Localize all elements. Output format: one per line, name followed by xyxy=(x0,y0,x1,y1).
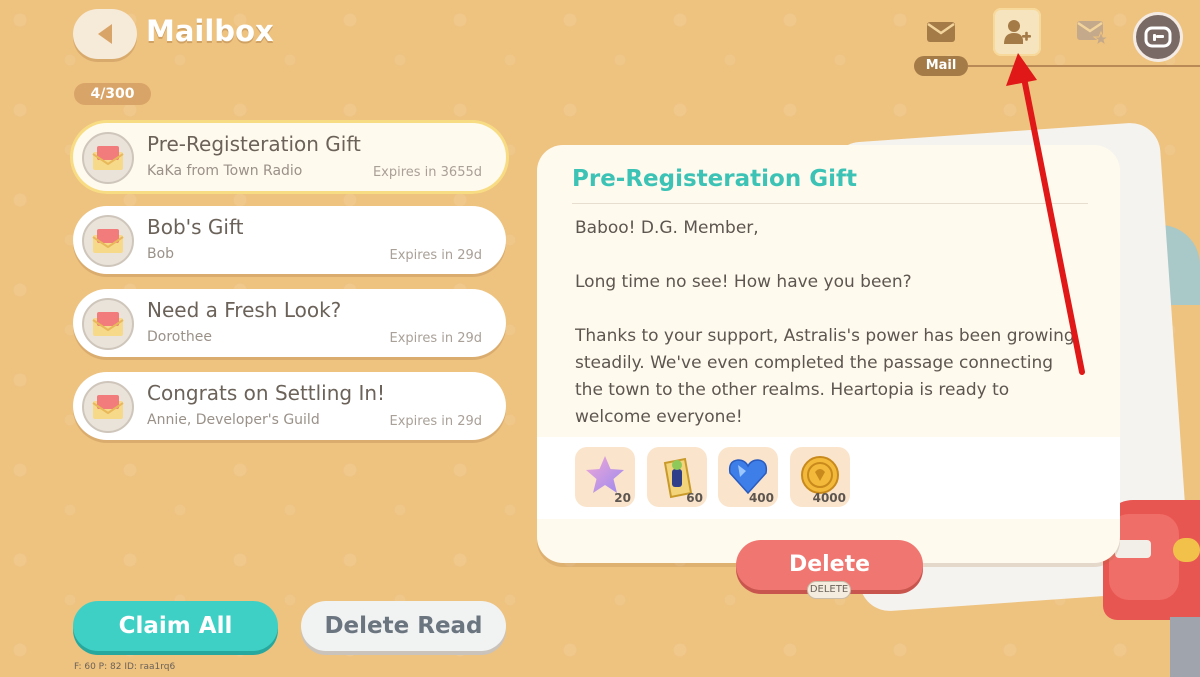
detail-body[interactable]: Baboo! D.G. Member, Long time no see! Ho… xyxy=(575,215,1080,435)
mail-sender: Annie, Developer's Guild xyxy=(147,412,320,428)
mail-expiry: Expires in 3655d xyxy=(372,165,482,180)
reward-item[interactable]: 20 xyxy=(575,447,635,507)
detail-paragraph: Baboo! D.G. Member, xyxy=(575,218,759,238)
rewards-strip: 20 60 400 4000 xyxy=(537,437,1120,519)
mail-avatar xyxy=(82,298,134,350)
mail-list-item[interactable]: Congrats on Settling In! Annie, Developer… xyxy=(73,372,506,440)
mail-list-item[interactable]: Need a Fresh Look? Dorothee Expires in 29d xyxy=(73,289,506,357)
logout-icon xyxy=(1144,26,1172,48)
envelope-icon xyxy=(927,22,955,42)
detail-title: Pre-Registeration Gift xyxy=(572,166,857,192)
mail-expiry: Expires in 29d xyxy=(389,331,482,346)
mailbox-post-decoration xyxy=(1170,617,1200,677)
letter-icon xyxy=(92,229,124,253)
mail-title: Need a Fresh Look? xyxy=(147,298,342,322)
tab-starred-mail[interactable] xyxy=(1068,8,1116,56)
mail-title: Bob's Gift xyxy=(147,215,244,239)
reward-item[interactable]: 4000 xyxy=(790,447,850,507)
mail-expiry: Expires in 29d xyxy=(389,248,482,263)
delete-key-hint: DELETE xyxy=(807,581,851,599)
mail-sender: Bob xyxy=(147,246,175,262)
letter-icon xyxy=(92,146,124,170)
tab-mail-label: Mail xyxy=(914,56,968,76)
mail-count-badge: 4/300 xyxy=(74,83,151,105)
reward-quantity: 60 xyxy=(686,491,703,505)
tab-mail[interactable] xyxy=(917,8,965,56)
mail-sender: KaKa from Town Radio xyxy=(147,163,303,179)
mail-avatar xyxy=(82,381,134,433)
mail-list-item[interactable]: Pre-Registeration Gift KaKa from Town Rad… xyxy=(73,123,506,191)
detail-divider xyxy=(572,203,1088,204)
profile-button[interactable] xyxy=(1133,12,1183,62)
reward-quantity: 400 xyxy=(748,491,774,505)
reward-quantity: 20 xyxy=(614,491,631,505)
mail-expiry: Expires in 29d xyxy=(389,414,482,429)
back-arrow-icon xyxy=(98,24,112,44)
reward-item[interactable]: 60 xyxy=(647,447,707,507)
debug-info: F: 60 P: 82 ID: raa1rq6 xyxy=(74,662,176,672)
tab-divider xyxy=(968,65,1200,67)
mail-list-item[interactable]: Bob's Gift Bob Expires in 29d xyxy=(73,206,506,274)
reward-item[interactable]: 400 xyxy=(718,447,778,507)
reward-quantity: 4000 xyxy=(812,491,846,505)
mail-title: Congrats on Settling In! xyxy=(147,381,386,405)
mail-avatar xyxy=(82,215,134,267)
delete-read-button[interactable]: Delete Read xyxy=(301,601,506,651)
detail-paragraph: Long time no see! How have you been? xyxy=(575,272,912,292)
tab-add-friend[interactable] xyxy=(993,8,1041,56)
back-button[interactable] xyxy=(73,9,137,59)
mail-detail-panel: Pre-Registeration Gift Baboo! D.G. Membe… xyxy=(537,145,1120,563)
page-title: Mailbox xyxy=(146,14,274,48)
letter-icon xyxy=(92,395,124,419)
add-friend-icon xyxy=(1004,20,1031,44)
letter-icon xyxy=(92,312,124,336)
mail-sender: Dorothee xyxy=(147,329,212,345)
starred-mail-icon xyxy=(1077,21,1108,45)
detail-paragraph: Thanks to your support, Astralis's power… xyxy=(575,326,1075,427)
mail-avatar xyxy=(82,132,134,184)
claim-all-button[interactable]: Claim All xyxy=(73,601,278,651)
mail-title: Pre-Registeration Gift xyxy=(147,132,361,156)
